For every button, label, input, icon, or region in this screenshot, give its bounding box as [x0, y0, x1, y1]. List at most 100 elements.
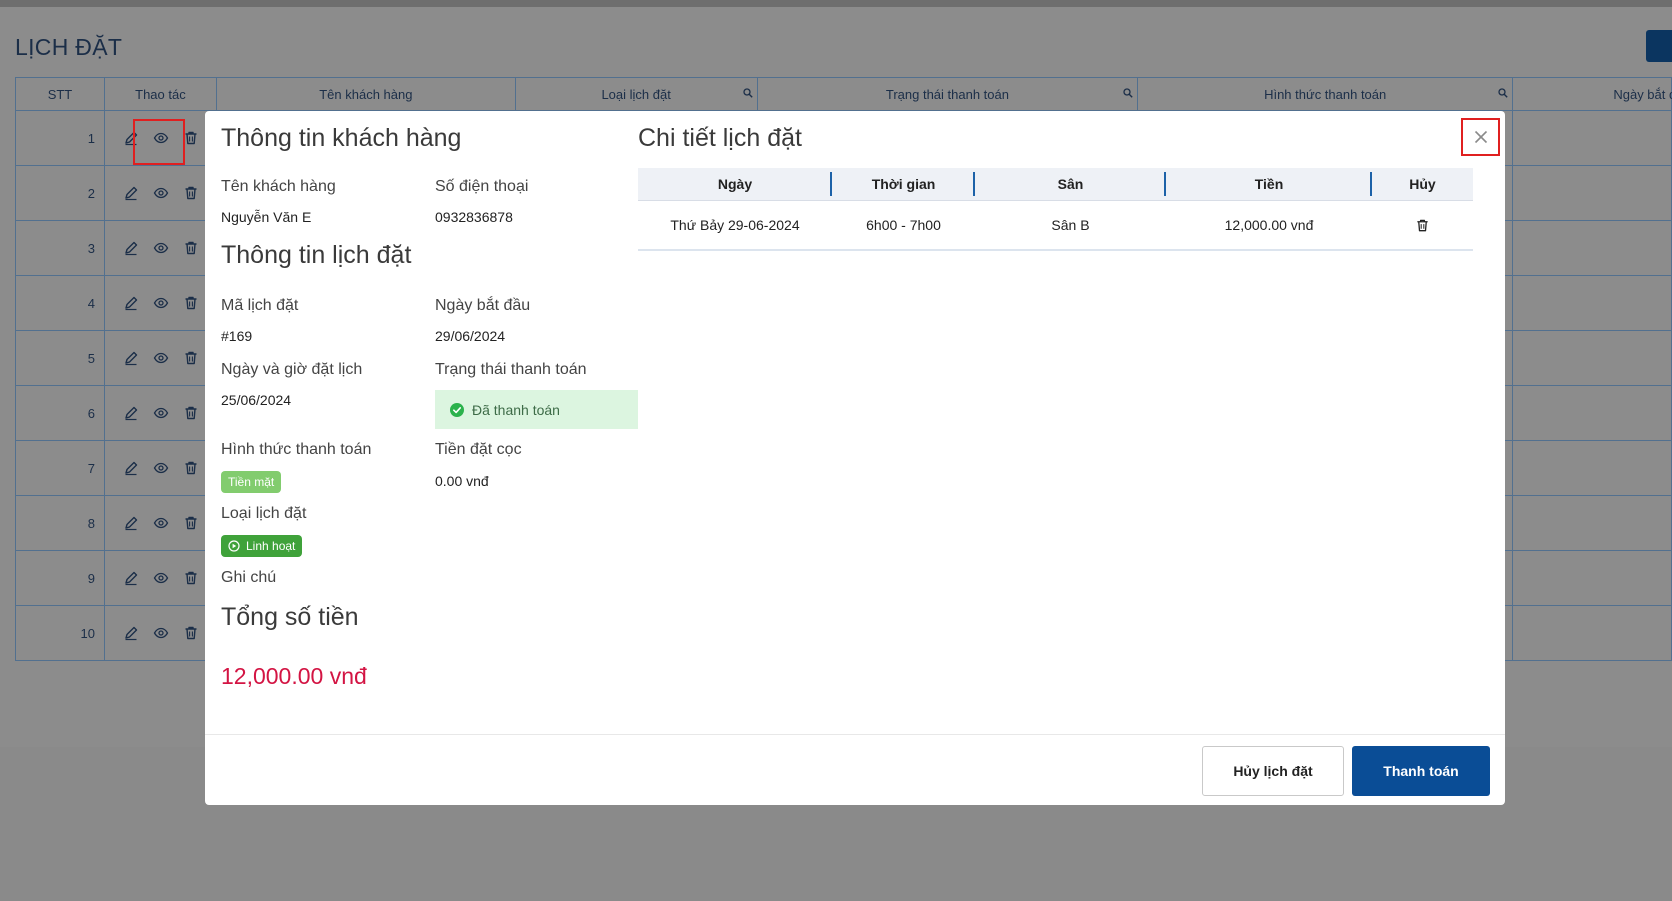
- booking-detail-modal: Thông tin khách hàng Tên khách hàng Nguy…: [205, 111, 1505, 805]
- detail-price: 12,000.00 vnđ: [1224, 217, 1314, 233]
- delete-button[interactable]: [183, 515, 199, 531]
- column-header-start-date: Ngày bắt đầu: [1512, 77, 1672, 111]
- pay-button[interactable]: Thanh toán: [1352, 746, 1490, 796]
- pencil-icon[interactable]: [123, 515, 139, 531]
- trash-icon[interactable]: [183, 350, 199, 366]
- pencil-icon[interactable]: [123, 185, 139, 201]
- edit-button[interactable]: [123, 625, 139, 641]
- edit-button[interactable]: [123, 570, 139, 586]
- eye-icon[interactable]: [153, 460, 169, 476]
- view-button[interactable]: [153, 185, 169, 201]
- edit-button[interactable]: [123, 350, 139, 366]
- detail-table: Ngày Thời gian Sân Tiền Hủy Thứ Bảy 29-0…: [638, 168, 1473, 251]
- trash-icon[interactable]: [183, 570, 199, 586]
- delete-button[interactable]: [183, 460, 199, 476]
- row-number: 7: [15, 440, 105, 496]
- trash-icon[interactable]: [183, 240, 199, 256]
- search-icon[interactable]: [1498, 88, 1508, 98]
- customer-name-label: Tên khách hàng: [221, 178, 336, 195]
- table-row: Thứ Bảy 29-06-2024 6h00 - 7h00 Sân B 12,…: [638, 201, 1473, 251]
- edit-button[interactable]: [123, 295, 139, 311]
- row-actions: [103, 275, 217, 331]
- pencil-icon[interactable]: [123, 405, 139, 421]
- trash-icon[interactable]: [183, 625, 199, 641]
- delete-button[interactable]: [183, 295, 199, 311]
- eye-icon[interactable]: [153, 295, 169, 311]
- row-number: 2: [15, 165, 105, 221]
- delete-button[interactable]: [183, 570, 199, 586]
- booking-code-label: Mã lịch đặt: [221, 297, 299, 314]
- search-icon[interactable]: [1123, 88, 1133, 98]
- pencil-icon[interactable]: [123, 295, 139, 311]
- detail-col-court: Sân: [975, 168, 1166, 200]
- view-button[interactable]: [153, 515, 169, 531]
- column-header-pay-status[interactable]: Trạng thái thanh toán: [756, 77, 1139, 111]
- delete-button[interactable]: [183, 625, 199, 641]
- detail-date: Thứ Bảy 29-06-2024: [670, 217, 800, 233]
- column-header-pay-method[interactable]: Hình thức thanh toán: [1137, 77, 1514, 111]
- close-icon[interactable]: [1474, 130, 1488, 144]
- row-actions: [103, 220, 217, 276]
- eye-icon[interactable]: [153, 405, 169, 421]
- column-header-actions: Thao tác: [103, 77, 217, 111]
- delete-button[interactable]: [183, 240, 199, 256]
- pay-status-value: Đã thanh toán: [472, 401, 560, 418]
- eye-icon[interactable]: [153, 570, 169, 586]
- view-button[interactable]: [153, 570, 169, 586]
- row-cell: [1512, 275, 1672, 331]
- edit-button[interactable]: [123, 405, 139, 421]
- delete-button[interactable]: [183, 130, 199, 146]
- edit-button[interactable]: [123, 185, 139, 201]
- pencil-icon[interactable]: [123, 240, 139, 256]
- column-header-type[interactable]: Loại lịch đặt: [514, 77, 758, 111]
- view-button[interactable]: [153, 240, 169, 256]
- deposit-value: 0.00 vnđ: [435, 473, 489, 489]
- detail-delete-button[interactable]: [1372, 201, 1473, 249]
- view-button[interactable]: [153, 350, 169, 366]
- trash-icon[interactable]: [183, 295, 199, 311]
- search-icon[interactable]: [742, 88, 753, 98]
- view-button[interactable]: [153, 405, 169, 421]
- add-booking-button[interactable]: [1646, 30, 1672, 62]
- customer-info-heading: Thông tin khách hàng: [221, 124, 462, 152]
- row-cell: [1512, 495, 1672, 551]
- eye-icon[interactable]: [153, 350, 169, 366]
- edit-button[interactable]: [123, 460, 139, 476]
- trash-icon[interactable]: [183, 130, 199, 146]
- trash-icon[interactable]: [1415, 218, 1430, 233]
- trash-icon[interactable]: [183, 515, 199, 531]
- eye-icon[interactable]: [153, 240, 169, 256]
- detail-court: Sân B: [1051, 217, 1090, 233]
- total-value: 12,000.00 vnđ: [221, 663, 367, 689]
- eye-icon[interactable]: [153, 185, 169, 201]
- pencil-icon[interactable]: [123, 625, 139, 641]
- delete-button[interactable]: [183, 185, 199, 201]
- close-button[interactable]: [1461, 118, 1500, 156]
- detail-col-time: Thời gian: [832, 168, 975, 200]
- view-button[interactable]: [153, 625, 169, 641]
- trash-icon[interactable]: [183, 185, 199, 201]
- delete-button[interactable]: [183, 350, 199, 366]
- edit-button[interactable]: [123, 515, 139, 531]
- delete-button[interactable]: [183, 405, 199, 421]
- view-button[interactable]: [153, 295, 169, 311]
- row-number: 8: [15, 495, 105, 551]
- row-cell: [1512, 440, 1672, 496]
- edit-button[interactable]: [123, 240, 139, 256]
- view-button[interactable]: [153, 460, 169, 476]
- cancel-booking-button[interactable]: Hủy lịch đặt: [1202, 746, 1344, 796]
- eye-icon[interactable]: [153, 625, 169, 641]
- pencil-icon[interactable]: [123, 570, 139, 586]
- trash-icon[interactable]: [183, 460, 199, 476]
- row-number: 4: [15, 275, 105, 331]
- pencil-icon[interactable]: [123, 460, 139, 476]
- trash-icon[interactable]: [183, 405, 199, 421]
- row-cell: [1512, 165, 1672, 221]
- total-heading: Tổng số tiền: [221, 603, 359, 631]
- note-label: Ghi chú: [221, 569, 277, 586]
- eye-icon[interactable]: [153, 515, 169, 531]
- detail-table-header: Ngày Thời gian Sân Tiền Hủy: [638, 168, 1473, 201]
- pay-method-tag: Tiền mặt: [221, 471, 282, 493]
- pencil-icon[interactable]: [123, 350, 139, 366]
- pay-status-badge: Đã thanh toán: [435, 390, 638, 429]
